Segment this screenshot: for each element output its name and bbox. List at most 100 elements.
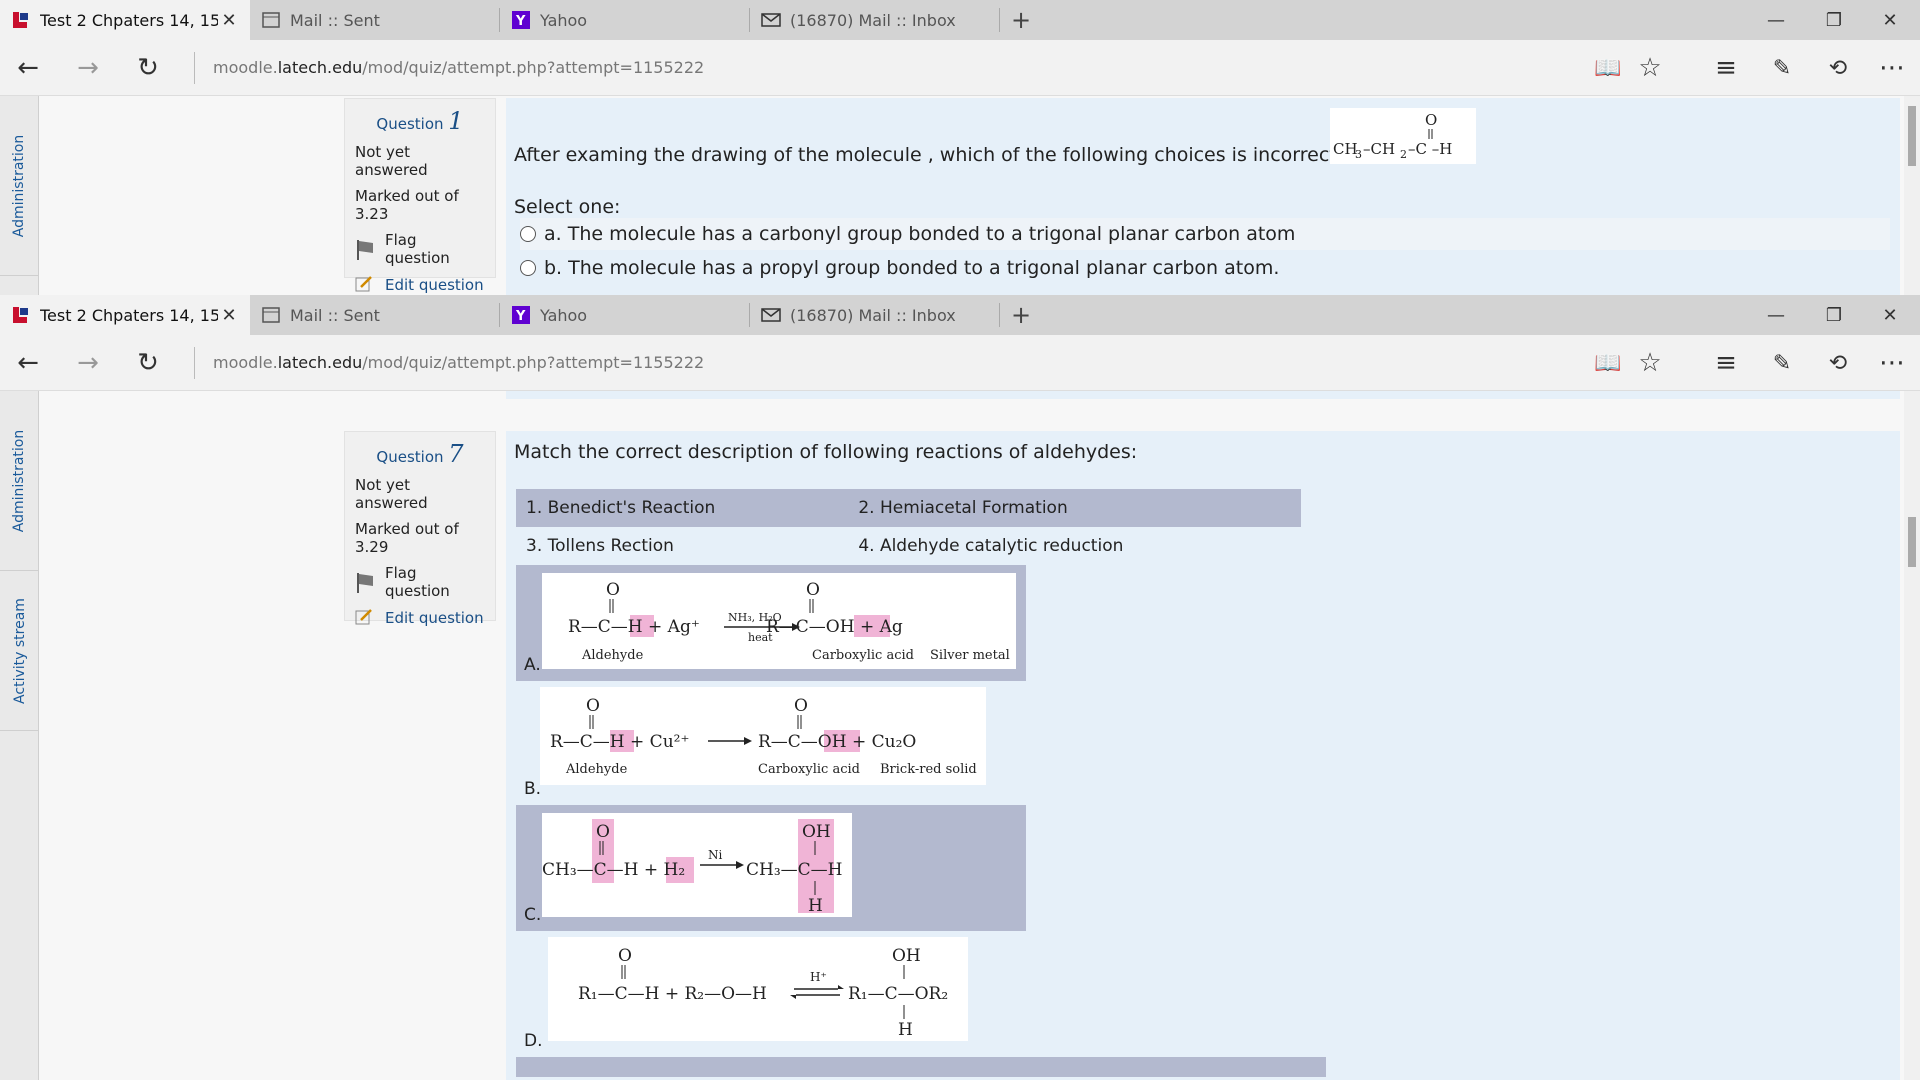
- svg-text:Y: Y: [515, 309, 526, 324]
- tab-quiz[interactable]: Test 2 Chpaters 14, 15& ✕: [0, 0, 250, 40]
- address-bar[interactable]: moodle.latech.edu/mod/quiz/attempt.php?a…: [213, 335, 704, 391]
- web-note-icon[interactable]: ✎: [1762, 40, 1802, 96]
- next-row-edge: [516, 1057, 1326, 1077]
- label-solid-b: Brick-red solid: [880, 762, 977, 777]
- choice-3: 3. Tollens Rection: [526, 536, 674, 556]
- tab-yahoo[interactable]: Y Yahoo: [500, 295, 750, 335]
- svg-text:OH: OH: [802, 822, 831, 842]
- question-info: Question 1 Not yet answered Marked out o…: [344, 98, 496, 294]
- conditions-d: H⁺: [810, 970, 827, 984]
- products-c: CH₃—C—H: [746, 860, 842, 880]
- question-info: Question 7 Not yet answered Marked out o…: [344, 431, 496, 627]
- question-body: Match the correct description of followi…: [506, 431, 1900, 1080]
- share-icon[interactable]: ⟲: [1818, 40, 1858, 96]
- reaction-image-b: O O R—C—H + Cu²⁺ R—C—OH + Cu₂O Aldehyde …: [540, 687, 986, 785]
- forward-button[interactable]: →: [68, 40, 108, 96]
- close-icon[interactable]: ✕: [218, 305, 240, 326]
- svg-text:O: O: [1425, 111, 1437, 129]
- label-aldehyde-b: Aldehyde: [565, 762, 628, 777]
- option-b[interactable]: b. The molecule has a propyl group bonde…: [520, 252, 1890, 284]
- restore-button[interactable]: ❐: [1806, 0, 1862, 40]
- reading-view-icon[interactable]: 📖: [1588, 40, 1628, 96]
- address-bar[interactable]: moodle.latech.edu/mod/quiz/attempt.php?a…: [213, 40, 704, 96]
- page-content: Administration Activity stream Question …: [0, 391, 1920, 1080]
- reaction-row-a: O O R—C—H + Ag⁺ NH₃, H₂O heat R—C—OH + A…: [516, 565, 1026, 681]
- question-state: Not yet answered: [355, 476, 428, 512]
- reaction-letter-d: D.: [524, 1031, 543, 1051]
- reading-view-icon[interactable]: 📖: [1588, 335, 1628, 391]
- option-a[interactable]: a. The molecule has a carbonyl group bon…: [520, 218, 1890, 250]
- svg-text:OH: OH: [892, 946, 921, 966]
- products-a: R—C—OH + Ag: [766, 617, 903, 637]
- flag-question-link[interactable]: Flag question: [355, 231, 485, 267]
- back-button[interactable]: ←: [8, 40, 48, 96]
- products-d: R₁—C—OR₂: [848, 984, 948, 1004]
- label-silver-a: Silver metal: [930, 648, 1010, 663]
- choice-1: 1. Benedict's Reaction: [526, 498, 716, 518]
- scrollbar[interactable]: [1904, 96, 1920, 295]
- close-window-button[interactable]: ✕: [1862, 295, 1918, 335]
- reaction-letter-c: C.: [524, 905, 542, 925]
- flag-icon: [355, 572, 375, 593]
- radio-b[interactable]: [520, 260, 536, 276]
- hub-icon[interactable]: ≡: [1706, 335, 1746, 391]
- tab-mail-inbox[interactable]: (16870) Mail :: Inbox: [750, 0, 1000, 40]
- reactants-a: R—C—H + Ag⁺: [568, 617, 700, 637]
- nav-bar: ← → ↻ moodle.latech.edu/mod/quiz/attempt…: [0, 40, 1920, 96]
- reactants-d: R₁—C—H + R₂—O—H: [578, 984, 767, 1004]
- molecule-image: O CH 3 –CH 2 –C –H: [1330, 108, 1476, 164]
- browser-window-bottom: Test 2 Chpaters 14, 15& ✕ Mail :: Sent Y…: [0, 295, 1920, 1080]
- svg-text:O: O: [586, 696, 600, 716]
- tab-mail-inbox[interactable]: (16870) Mail :: Inbox: [750, 295, 1000, 335]
- latech-logo-icon: [10, 304, 32, 326]
- flag-question-link[interactable]: Flag question: [355, 564, 485, 600]
- svg-text:O: O: [794, 696, 808, 716]
- share-icon[interactable]: ⟲: [1818, 335, 1858, 391]
- scrollbar[interactable]: [1904, 391, 1920, 1080]
- nav-bar: ← → ↻ moodle.latech.edu/mod/quiz/attempt…: [0, 335, 1920, 391]
- tab-mail-sent[interactable]: Mail :: Sent: [250, 0, 500, 40]
- reaction-letter-a: A.: [524, 655, 541, 675]
- edit-icon: [355, 608, 375, 628]
- question-grade: Marked out of 3.29: [355, 520, 459, 556]
- sidebar-administration[interactable]: Administration: [0, 391, 39, 571]
- radio-a[interactable]: [520, 226, 536, 242]
- svg-text:H: H: [898, 1020, 913, 1040]
- close-icon[interactable]: ✕: [218, 10, 240, 31]
- label-aldehyde-a: Aldehyde: [581, 648, 644, 663]
- web-note-icon[interactable]: ✎: [1762, 335, 1802, 391]
- minimize-button[interactable]: —: [1748, 0, 1804, 40]
- question-grade: Marked out of 3.23: [355, 187, 459, 223]
- hub-icon[interactable]: ≡: [1706, 40, 1746, 96]
- refresh-button[interactable]: ↻: [128, 335, 168, 391]
- tab-quiz[interactable]: Test 2 Chpaters 14, 15& ✕: [0, 295, 250, 335]
- flag-icon: [355, 239, 375, 260]
- more-icon[interactable]: ⋯: [1872, 40, 1912, 96]
- edit-icon: [355, 275, 375, 295]
- favorite-star-icon[interactable]: ☆: [1630, 40, 1670, 96]
- sidebar-administration[interactable]: Administration: [0, 96, 39, 276]
- new-tab-button[interactable]: +: [1006, 295, 1036, 335]
- reaction-row-d: O OH H R₁—C—H + R₂—O—H H⁺ R₁—C—OR₂ D.: [516, 931, 1026, 1057]
- restore-button[interactable]: ❐: [1806, 295, 1862, 335]
- svg-text:O: O: [806, 580, 820, 600]
- back-button[interactable]: ←: [8, 335, 48, 391]
- yahoo-logo-icon: Y: [510, 9, 532, 31]
- sidebar-activity-stream[interactable]: Activity stream: [0, 571, 39, 731]
- envelope-icon: [760, 9, 782, 31]
- tab-mail-sent[interactable]: Mail :: Sent: [250, 295, 500, 335]
- latech-logo-icon: [10, 9, 32, 31]
- close-window-button[interactable]: ✕: [1862, 0, 1918, 40]
- more-icon[interactable]: ⋯: [1872, 335, 1912, 391]
- refresh-button[interactable]: ↻: [128, 40, 168, 96]
- edit-question-link[interactable]: Edit question: [355, 608, 485, 628]
- question-body: After examing the drawing of the molecul…: [506, 98, 1900, 295]
- minimize-button[interactable]: —: [1748, 295, 1804, 335]
- edit-question-link[interactable]: Edit question: [355, 275, 485, 295]
- new-tab-button[interactable]: +: [1006, 0, 1036, 40]
- reaction-row-b: O O R—C—H + Cu²⁺ R—C—OH + Cu₂O Aldehyde …: [516, 681, 1026, 805]
- favorite-star-icon[interactable]: ☆: [1630, 335, 1670, 391]
- conditions-c: Ni: [708, 848, 723, 862]
- tab-yahoo[interactable]: Y Yahoo: [500, 0, 750, 40]
- forward-button[interactable]: →: [68, 335, 108, 391]
